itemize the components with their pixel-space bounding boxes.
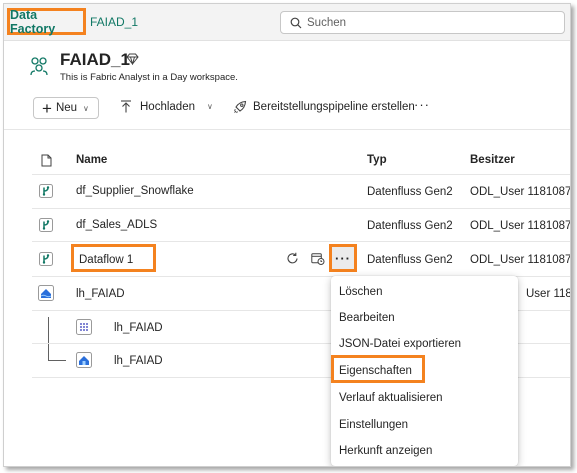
item-name-link[interactable]: df_Sales_ADLS	[76, 219, 157, 231]
workspace-icon	[30, 57, 48, 76]
breadcrumb-workspace[interactable]: FAIAD_1	[90, 15, 138, 29]
tree-connector	[48, 360, 66, 361]
item-name-link[interactable]: lh_FAIAD	[76, 288, 125, 300]
file-type-icon	[41, 154, 52, 167]
item-owner: User 1181087	[526, 288, 571, 300]
more-options-button[interactable]: ···	[329, 244, 357, 272]
chevron-down-icon: ∨	[206, 102, 213, 111]
upload-button[interactable]: Hochladen ∨	[120, 100, 213, 113]
dataflow-icon	[39, 218, 53, 232]
item-type: Datenfluss Gen2	[367, 186, 453, 198]
row-divider	[32, 208, 570, 209]
plus-icon: +	[42, 98, 52, 118]
item-owner: ODL_User 1181087	[470, 254, 571, 266]
context-menu: Löschen Bearbeiten JSON-Datei exportiere…	[331, 276, 518, 466]
item-type: Datenfluss Gen2	[367, 220, 453, 232]
upload-icon	[121, 100, 131, 113]
chevron-down-icon: ∨	[83, 103, 89, 113]
sql-endpoint-icon	[76, 319, 92, 335]
workspace-title: FAIAD_1	[60, 50, 130, 69]
item-name-link[interactable]: df_Supplier_Snowflake	[76, 185, 194, 197]
top-bar: Data Factory FAIAD_1	[4, 4, 570, 41]
item-name-link[interactable]: lh_FAIAD	[114, 322, 163, 334]
refresh-icon[interactable]	[286, 252, 299, 265]
dataflow-icon	[39, 184, 53, 198]
toolbar-more-button[interactable]: ···	[414, 97, 430, 112]
item-owner: ODL_User 1181087	[470, 220, 571, 232]
search-icon	[290, 17, 302, 28]
upload-button-label: Hochladen	[140, 100, 195, 113]
create-pipeline-label: Bereitstellungspipeline erstellen	[253, 101, 415, 113]
search-box[interactable]	[280, 11, 565, 34]
workspace-description: This is Fabric Analyst in a Day workspac…	[60, 72, 238, 83]
column-header-name[interactable]: Name	[76, 154, 107, 166]
menu-item-export-json[interactable]: JSON-Datei exportieren	[339, 338, 461, 350]
row-divider	[32, 174, 570, 175]
column-header-owner[interactable]: Besitzer	[470, 154, 515, 166]
menu-item-view-lineage[interactable]: Herkunft anzeigen	[339, 445, 432, 457]
toolbar-divider	[4, 129, 570, 130]
item-name-link[interactable]: lh_FAIAD	[114, 355, 163, 367]
row-divider	[32, 241, 570, 242]
create-pipeline-button[interactable]: Bereitstellungspipeline erstellen	[233, 100, 415, 114]
menu-item-refresh-history[interactable]: Verlauf aktualisieren	[339, 392, 443, 404]
lakehouse-icon	[38, 285, 54, 301]
dataflow-icon	[39, 252, 53, 266]
item-owner: ODL_User 1181087	[470, 186, 571, 198]
menu-item-edit[interactable]: Bearbeiten	[339, 312, 395, 324]
menu-item-settings[interactable]: Einstellungen	[339, 419, 408, 431]
item-name-link[interactable]: Dataflow 1	[79, 254, 133, 266]
menu-item-properties[interactable]: Eigenschaften	[339, 365, 412, 377]
menu-item-delete[interactable]: Löschen	[339, 286, 382, 298]
search-input[interactable]	[307, 16, 547, 29]
new-button-label: Neu	[55, 102, 78, 114]
semantic-model-icon	[76, 352, 92, 368]
item-type: Datenfluss Gen2	[367, 254, 453, 266]
schedule-icon[interactable]	[311, 252, 325, 265]
tree-connector	[48, 317, 49, 361]
rocket-icon	[233, 100, 247, 114]
new-button[interactable]: + Neu ∨	[33, 97, 99, 119]
app-name[interactable]: Data Factory	[7, 8, 86, 36]
premium-diamond-icon	[126, 53, 139, 65]
app-window: Data Factory FAIAD_1 FAIAD_1 This is Fab…	[3, 3, 571, 467]
column-header-type[interactable]: Typ	[367, 154, 387, 166]
